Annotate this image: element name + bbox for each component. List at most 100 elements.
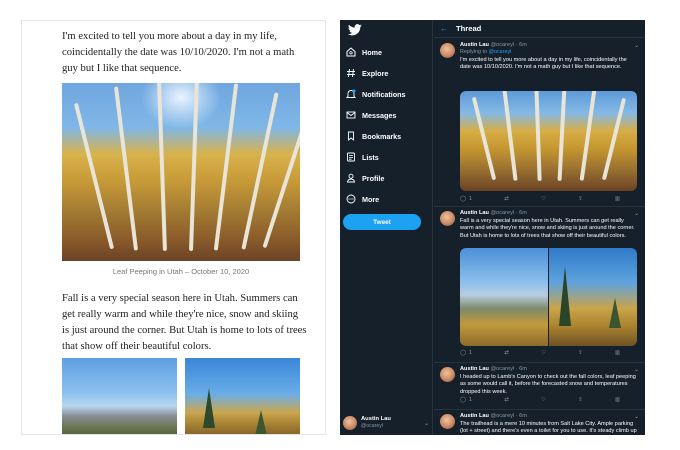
list-icon: [347, 152, 355, 162]
chevron-down-icon[interactable]: ⌄: [634, 210, 639, 217]
twitter-app: Home Explore Notifications Messages Book…: [340, 20, 645, 435]
tweet-avatar[interactable]: [440, 211, 455, 226]
hero-photo-aspen-forest: [62, 83, 300, 261]
twitter-bird-icon[interactable]: [348, 24, 362, 36]
tweet-meta: @ocareyl · 6m: [490, 413, 527, 419]
nav-profile[interactable]: Profile: [346, 170, 384, 186]
reply-count: 1: [469, 196, 473, 202]
retweet-icon: ⇄: [504, 196, 509, 202]
heart-icon: ♡: [541, 397, 546, 403]
share-icon: ⇪: [578, 397, 583, 403]
tweet-button[interactable]: Tweet: [343, 214, 421, 230]
nav-explore[interactable]: Explore: [346, 65, 388, 81]
tweet-author-name[interactable]: Austin Lau: [460, 413, 489, 419]
more-icon: [346, 194, 356, 204]
tweet[interactable]: Austin Lau @ocareyl · 6m Fall is a very …: [434, 208, 645, 363]
replying-to-handle[interactable]: @ocareyl: [488, 49, 511, 55]
tweet-author-name[interactable]: Austin Lau: [460, 42, 489, 48]
tweet-header: Austin Lau @ocareyl · 6m: [460, 42, 638, 49]
nav-home-label: Home: [362, 47, 382, 57]
tweet[interactable]: Austin Lau @ocareyl · 6m The trailhead i…: [434, 411, 645, 435]
chevron-down-icon[interactable]: ⌄: [634, 413, 639, 420]
account-info: Austin Lau @ocareyl: [361, 416, 391, 430]
tweet-body: Austin Lau @ocareyl · 6m I headed up to …: [460, 366, 638, 396]
tweet-meta: @ocareyl · 6m: [490, 210, 527, 216]
tweet[interactable]: Austin Lau @ocareyl · 6m I headed up to …: [434, 364, 645, 410]
nav-lists-label: Lists: [362, 152, 379, 162]
analytics-button[interactable]: ▥: [615, 397, 620, 403]
nav-notifications[interactable]: Notifications: [346, 86, 406, 102]
analytics-button[interactable]: ▥: [615, 350, 620, 356]
nav-explore-label: Explore: [362, 68, 389, 78]
tweet-text: The trailhead is a mere 10 minutes from …: [460, 421, 637, 435]
nav-profile-label: Profile: [362, 173, 385, 183]
retweet-button[interactable]: ⇄: [504, 350, 509, 356]
account-name: Austin Lau: [361, 416, 391, 422]
tweet-avatar[interactable]: [440, 43, 455, 58]
tweet-actions: ◯ 1 ⇄ ♡ ⇪ ▥: [460, 350, 620, 356]
reply-button[interactable]: ◯ 1: [460, 350, 472, 356]
chevron-down-icon[interactable]: ⌄: [634, 366, 639, 373]
tweet-actions: ◯ 1 ⇄ ♡ ⇪ ▥: [460, 397, 620, 403]
tweet-photo-mountain-range[interactable]: [460, 248, 548, 346]
retweet-icon: ⇄: [504, 397, 509, 403]
chevron-down-icon: ⌄: [423, 420, 429, 427]
nav-notifications-label: Notifications: [362, 89, 406, 99]
nav-bookmarks[interactable]: Bookmarks: [346, 128, 401, 144]
reply-button[interactable]: ◯ 1: [460, 397, 472, 403]
tweet-author-name[interactable]: Austin Lau: [460, 366, 489, 372]
tweet-header: Austin Lau @ocareyl · 6m: [460, 210, 638, 217]
account-switcher[interactable]: Austin Lau @ocareyl ⌄: [343, 414, 429, 432]
retweet-button[interactable]: ⇄: [504, 196, 509, 202]
heart-icon: ♡: [541, 350, 546, 356]
tweet-photo-aspen-forest[interactable]: [460, 91, 637, 191]
nav-more[interactable]: More: [346, 191, 379, 207]
reply-count: 1: [469, 350, 473, 356]
tweet-meta: @ocareyl · 6m: [490, 42, 527, 48]
like-button[interactable]: ♡: [541, 350, 546, 356]
retweet-button[interactable]: ⇄: [504, 397, 509, 403]
share-button[interactable]: ⇪: [578, 196, 583, 202]
tweet-photo-grid: [460, 248, 637, 346]
analytics-icon: ▥: [614, 350, 620, 356]
tweet-replying-to: Replying to @ocareyl: [460, 49, 638, 56]
photo-pine-hillside: [185, 358, 300, 434]
reply-icon: ◯: [460, 196, 467, 202]
tweet-photo-pine-hillside[interactable]: [549, 248, 637, 346]
tweet-actions: ◯ 1 ⇄ ♡ ⇪ ▥: [460, 196, 620, 202]
twitter-sidebar: Home Explore Notifications Messages Book…: [340, 20, 433, 435]
tweet-text: Fall is a very special season here in Ut…: [460, 218, 635, 239]
nav-bookmarks-label: Bookmarks: [362, 131, 402, 141]
account-avatar: [343, 416, 357, 430]
tweet-meta: @ocareyl · 6m: [490, 366, 527, 372]
nav-home[interactable]: Home: [346, 44, 382, 60]
analytics-icon: ▥: [614, 397, 620, 403]
tweet-author-name[interactable]: Austin Lau: [460, 210, 489, 216]
analytics-button[interactable]: ▥: [615, 196, 620, 202]
tweet-body: Austin Lau @ocareyl · 6m Replying to @oc…: [460, 42, 638, 72]
share-button[interactable]: ⇪: [578, 397, 583, 403]
back-arrow-icon[interactable]: ←: [440, 24, 448, 33]
replying-to-label: Replying to: [460, 49, 487, 55]
retweet-icon: ⇄: [504, 350, 509, 356]
share-button[interactable]: ⇪: [578, 350, 583, 356]
reply-button[interactable]: ◯ 1: [460, 196, 472, 202]
heart-icon: ♡: [541, 196, 546, 202]
hero-photo-caption: Leaf Peeping in Utah – October 10, 2020: [112, 267, 250, 276]
nav-lists[interactable]: Lists: [346, 149, 379, 165]
thread-header: ← Thread: [434, 20, 645, 38]
tweet-avatar[interactable]: [440, 414, 455, 429]
tweet[interactable]: Austin Lau @ocareyl · 6m Replying to @oc…: [434, 39, 645, 207]
person-icon: [347, 173, 355, 183]
like-button[interactable]: ♡: [541, 196, 546, 202]
nav-more-label: More: [362, 194, 380, 204]
chevron-down-icon[interactable]: ⌄: [634, 42, 639, 49]
envelope-icon: [346, 111, 356, 119]
nav-messages[interactable]: Messages: [346, 107, 396, 123]
home-icon: [346, 47, 356, 57]
like-button[interactable]: ♡: [541, 397, 546, 403]
blog-article: I'm excited to tell you more about a day…: [21, 20, 326, 435]
tweet-body: Austin Lau @ocareyl · 6m Fall is a very …: [460, 210, 638, 240]
nav-messages-label: Messages: [362, 110, 397, 120]
tweet-avatar[interactable]: [440, 367, 455, 382]
